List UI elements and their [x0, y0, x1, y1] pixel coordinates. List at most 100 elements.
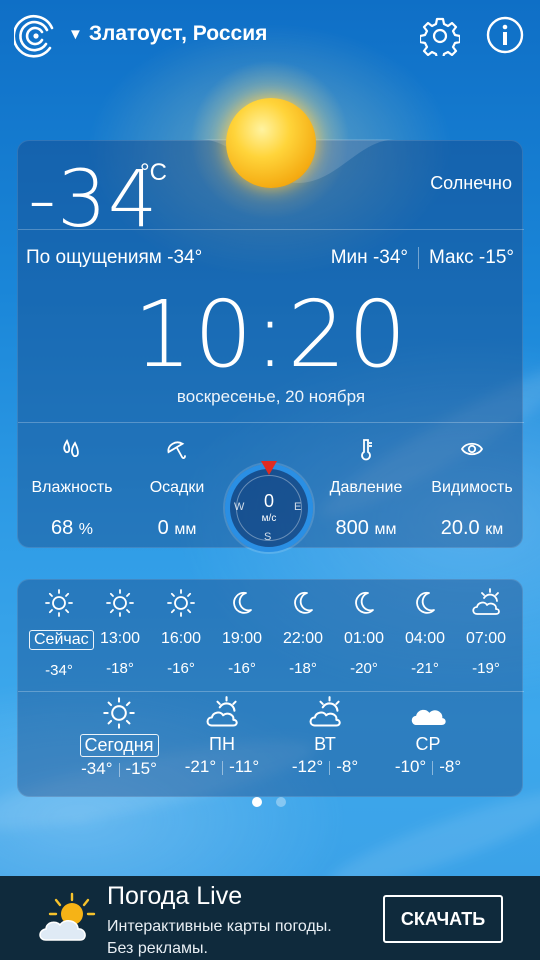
daily-low: -34°: [81, 759, 113, 778]
pressure-metric: Давление 800 мм: [311, 437, 421, 540]
moon-icon: [233, 591, 252, 614]
divider: [18, 691, 524, 692]
daily-temps: -10° -8°: [373, 757, 483, 777]
ad-banner[interactable]: Погода Live Интерактивные карты погоды. …: [0, 876, 540, 960]
location-selector[interactable]: ▼ Златоуст, Россия: [68, 22, 267, 46]
hourly-item: 04:00 -21°: [395, 588, 455, 677]
divider: [118, 762, 120, 777]
cloudy-icon: [411, 709, 446, 726]
humidity-label: Влажность: [31, 479, 113, 496]
compass-south: S: [264, 531, 272, 543]
hourly-temp: -34°: [45, 662, 73, 679]
divider: [18, 229, 524, 230]
current-temperature: -34: [28, 155, 159, 245]
divider: [432, 760, 434, 775]
partly-cloudy-icon: [472, 588, 500, 615]
current-weather-panel: -34 °C Солнечно По ощущениям -34° Мин -3…: [17, 139, 524, 552]
page-indicator[interactable]: [252, 797, 286, 807]
precipitation-unit: мм: [174, 521, 197, 538]
humidity-metric: Влажность 68 %: [17, 437, 127, 540]
wind-speed-unit: м/с: [261, 513, 277, 524]
divider: [329, 760, 331, 775]
daily-temps: -21° -11°: [167, 757, 277, 777]
partly-cloudy-icon: [309, 696, 341, 727]
hourly-temp: -16°: [228, 660, 256, 677]
daily-high: -15°: [125, 759, 157, 778]
daily-item[interactable]: ПН -21° -11°: [167, 696, 277, 777]
wind-direction-needle: [261, 461, 277, 475]
daily-temps: -12° -8°: [270, 757, 380, 777]
visibility-unit: км: [485, 521, 504, 538]
caret-down-icon: ▼: [68, 25, 83, 43]
hourly-time: 07:00: [465, 630, 507, 647]
daily-day-name: СР: [415, 734, 441, 754]
wind-compass: W E S 0 м/с: [225, 461, 313, 552]
weather-live-logo-icon: [39, 892, 96, 941]
min-max: Мин -34° Макс -15°: [331, 247, 514, 269]
sun-icon: [167, 589, 195, 617]
hourly-time: 04:00: [404, 630, 446, 647]
umbrella-icon: [167, 441, 186, 459]
info-icon[interactable]: [486, 16, 524, 54]
daily-day-name: ВТ: [314, 734, 336, 754]
daily-item[interactable]: Сегодня -34° -15°: [64, 696, 174, 779]
daily-item[interactable]: СР -10° -8°: [373, 696, 483, 777]
visibility-metric: Видимость 20.0 км: [417, 437, 527, 540]
app-logo-icon[interactable]: [14, 14, 58, 58]
visibility-value: 20.0 км: [417, 517, 527, 540]
download-button[interactable]: СКАЧАТЬ: [383, 895, 503, 943]
hourly-time: 13:00: [99, 630, 141, 647]
sun-icon: [106, 589, 134, 617]
hourly-item: 19:00 -16°: [212, 588, 272, 677]
clock-date: воскресенье, 20 ноября: [176, 387, 366, 406]
humidity-number: 68: [50, 517, 74, 539]
max-temp: Макс -15°: [429, 247, 514, 268]
hourly-temp: -19°: [472, 660, 500, 677]
gear-icon[interactable]: [420, 16, 460, 56]
daily-item[interactable]: ВТ -12° -8°: [270, 696, 380, 777]
visibility-number: 20.0: [440, 517, 480, 539]
daily-low: -21°: [184, 757, 217, 776]
page-dot-active[interactable]: [252, 797, 262, 807]
daily-temps: -34° -15°: [64, 759, 174, 779]
hourly-temp: -18°: [106, 660, 134, 677]
ad-text: Интерактивные карты погоды.: [107, 918, 332, 935]
hourly-time: 01:00: [343, 630, 385, 647]
visibility-label: Видимость: [431, 479, 513, 496]
wind-speed-value: 0: [263, 491, 274, 511]
precipitation-number: 0: [157, 517, 169, 539]
daily-low: -10°: [394, 757, 427, 776]
humidity-value: 68 %: [17, 517, 127, 540]
hourly-item: 01:00 -20°: [334, 588, 394, 677]
ad-text: Без рекламы.: [107, 940, 208, 957]
partly-cloudy-icon: [206, 696, 238, 727]
hourly-time: 19:00: [221, 630, 263, 647]
hourly-time: Сейчас: [29, 630, 94, 650]
min-temp: Мин -34°: [330, 247, 409, 268]
weather-condition: Солнечно: [430, 173, 512, 193]
precipitation-label: Осадки: [149, 479, 205, 496]
hourly-time: 16:00: [160, 630, 202, 647]
moon-icon: [294, 591, 313, 614]
hourly-item: 22:00 -18°: [273, 588, 333, 677]
daily-high: -8°: [336, 757, 359, 776]
location-label: Златоуст, Россия: [88, 22, 268, 45]
pressure-unit: мм: [374, 521, 397, 538]
ad-title: Погода Live: [107, 882, 243, 910]
page-dot[interactable]: [276, 797, 286, 807]
daily-day-name: Сегодня: [79, 734, 159, 757]
forecast-panel: Сейчас -34° 13:00 -18° 16:00 -16° 19:00 -16° 22:…: [17, 579, 524, 797]
hourly-item: Сейчас -34°: [29, 588, 94, 679]
hourly-time: 22:00: [282, 630, 324, 647]
precipitation-metric: Осадки 0 мм: [122, 437, 232, 540]
sun-icon: [226, 98, 316, 188]
feels-like: По ощущениям -34°: [26, 247, 203, 268]
hourly-temp: -21°: [411, 660, 439, 677]
moon-icon: [355, 591, 374, 614]
daily-low: -12°: [291, 757, 324, 776]
thermometer-icon: [361, 439, 372, 461]
moon-icon: [416, 591, 435, 614]
precipitation-value: 0 мм: [122, 517, 232, 540]
daily-high: -11°: [229, 757, 260, 776]
daily-day-name: ПН: [209, 734, 235, 754]
